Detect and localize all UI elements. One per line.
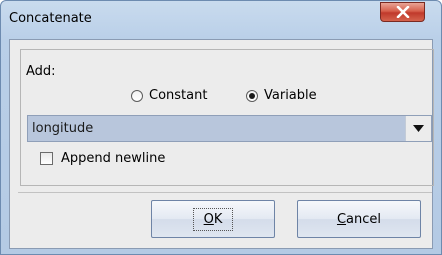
variable-radio-circle[interactable] bbox=[246, 89, 258, 102]
add-label: Add: bbox=[26, 64, 56, 79]
chevron-down-icon bbox=[413, 125, 424, 132]
append-newline-label: Append newline bbox=[61, 151, 166, 166]
cancel-button[interactable]: Cancel bbox=[297, 200, 421, 238]
cancel-label-rest: ancel bbox=[346, 211, 382, 227]
dropdown-arrow-button[interactable] bbox=[405, 116, 431, 141]
button-bar-divider bbox=[18, 192, 432, 193]
radio-selected-dot bbox=[249, 92, 255, 99]
variable-select[interactable]: longitude bbox=[27, 115, 432, 142]
ok-button-label: OK bbox=[192, 207, 234, 231]
variable-select-value: longitude bbox=[32, 121, 94, 136]
window-title: Concatenate bbox=[9, 11, 92, 26]
append-newline-checkbox-box[interactable] bbox=[40, 152, 53, 165]
constant-radio-label: Constant bbox=[149, 88, 208, 103]
constant-radio[interactable]: Constant bbox=[131, 88, 207, 103]
cancel-mnemonic: C bbox=[336, 211, 347, 227]
ok-label-rest: K bbox=[213, 211, 223, 227]
close-icon bbox=[396, 6, 409, 18]
append-newline-checkbox[interactable]: Append newline bbox=[40, 151, 165, 166]
cancel-button-label: Cancel bbox=[337, 212, 381, 227]
close-button[interactable] bbox=[380, 2, 425, 22]
ok-button[interactable]: OK bbox=[151, 200, 275, 238]
variable-radio-label: Variable bbox=[264, 88, 317, 103]
constant-radio-circle[interactable] bbox=[131, 89, 143, 102]
ok-mnemonic: O bbox=[203, 211, 214, 227]
title-bar[interactable]: Concatenate bbox=[1, 1, 441, 39]
variable-radio[interactable]: Variable bbox=[246, 88, 317, 103]
